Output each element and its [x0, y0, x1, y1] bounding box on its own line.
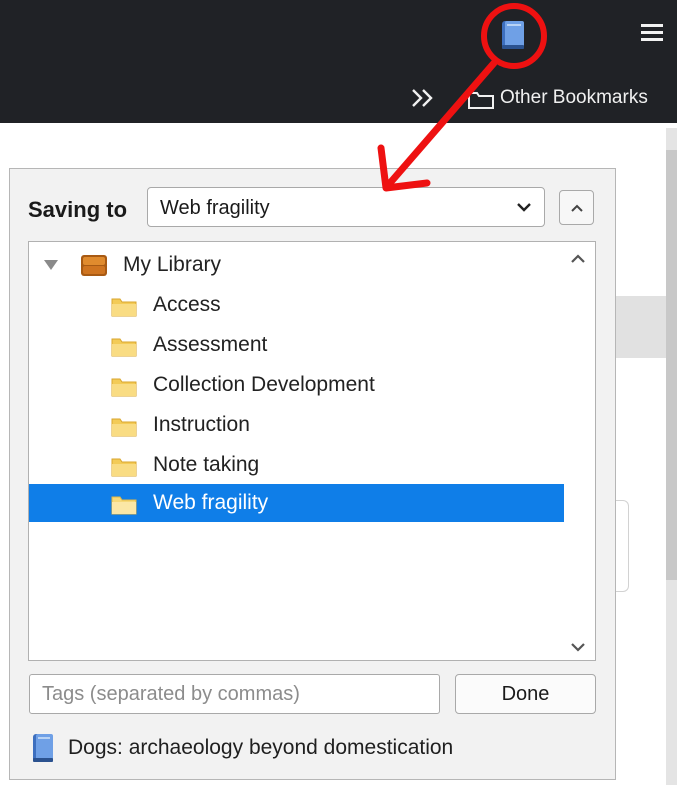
saved-item-title: Dogs: archaeology beyond domestication — [68, 736, 454, 759]
collection-tree[interactable]: My Library Access Assessment Collection … — [28, 241, 596, 661]
tree-row-label: Note taking — [153, 453, 260, 476]
tree-row-label: Assessment — [153, 333, 268, 356]
folder-icon — [111, 496, 137, 515]
collection-select[interactable]: Web fragility — [147, 187, 545, 227]
hamburger-menu-icon[interactable] — [641, 23, 665, 43]
tree-row-label: Access — [153, 293, 221, 316]
book-icon — [502, 21, 524, 49]
zotero-save-button[interactable] — [500, 20, 526, 50]
chevron-up-icon — [571, 204, 583, 212]
book-icon — [33, 734, 53, 762]
tree-row-collection[interactable]: Instruction — [29, 406, 564, 444]
page-scrollbar-thumb[interactable] — [666, 150, 677, 580]
folder-outline-icon — [466, 87, 496, 111]
done-button[interactable]: Done — [455, 674, 596, 714]
folder-icon — [111, 378, 137, 397]
double-chevron-right-icon[interactable] — [408, 86, 438, 110]
tree-row-label: Web fragility — [153, 491, 269, 514]
scroll-up-arrow-icon[interactable] — [570, 252, 586, 266]
tree-row-label: My Library — [123, 253, 222, 276]
saving-to-label: Saving to — [28, 197, 128, 222]
tree-row-collection[interactable]: Note taking — [29, 446, 564, 484]
page-background-band — [616, 296, 666, 358]
tree-row-collection[interactable]: Assessment — [29, 326, 564, 364]
folder-icon — [111, 338, 137, 357]
tree-row-collection-selected[interactable]: Web fragility — [29, 484, 564, 522]
tree-row-collection[interactable]: Collection Development — [29, 366, 564, 404]
tree-row-label: Collection Development — [153, 373, 375, 396]
library-icon — [81, 255, 107, 276]
browser-toolbar: Other Bookmarks — [0, 0, 677, 123]
folder-icon — [111, 458, 137, 477]
tree-row-my-library[interactable]: My Library — [29, 246, 564, 284]
collapse-tree-button[interactable] — [559, 190, 594, 225]
other-bookmarks-button[interactable]: Other Bookmarks — [500, 86, 648, 110]
scroll-down-arrow-icon[interactable] — [570, 640, 586, 654]
tags-input[interactable] — [29, 674, 440, 714]
chevron-down-icon — [517, 203, 531, 212]
tree-row-label: Instruction — [153, 413, 250, 436]
collection-select-value: Web fragility — [160, 197, 270, 219]
folder-icon — [111, 298, 137, 317]
page-background-card — [616, 500, 629, 592]
triangle-down-icon[interactable] — [43, 259, 59, 271]
folder-icon — [111, 418, 137, 437]
tree-row-collection[interactable]: Access — [29, 286, 564, 324]
